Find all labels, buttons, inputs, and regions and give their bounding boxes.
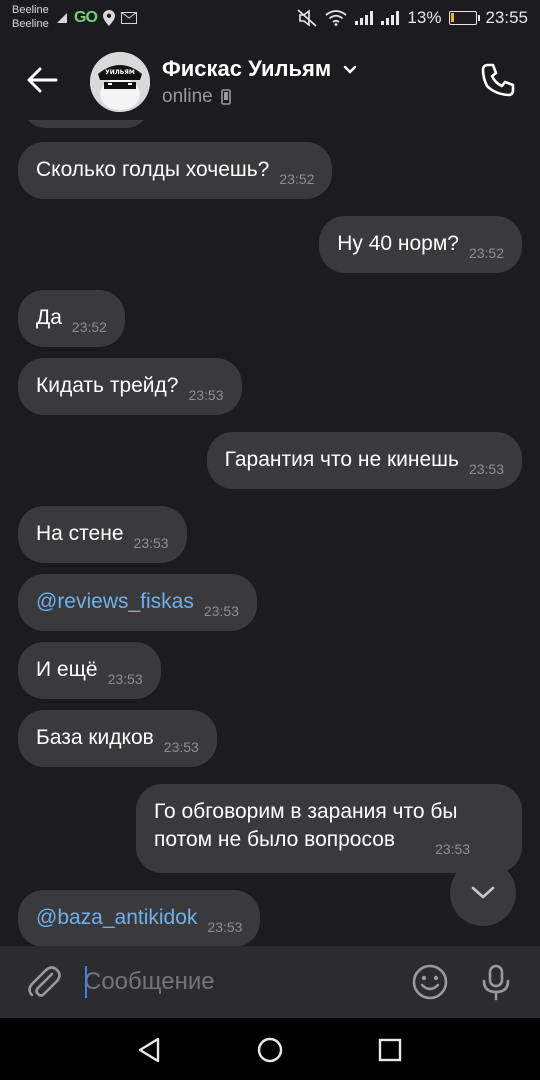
back-button[interactable]	[22, 60, 62, 100]
avatar-hat-text: УИЛЬЯМ	[105, 69, 135, 76]
carrier-labels: Beeline Beeline	[12, 3, 49, 31]
message-time: 23:53	[468, 461, 504, 477]
emoji-button[interactable]	[410, 962, 450, 1002]
message-bubble[interactable]: И ещё 23:53	[18, 642, 161, 699]
message-text: На стене	[36, 522, 124, 545]
battery-icon	[449, 11, 481, 25]
chat-header: УИЛЬЯМ Фискас Уильям online	[0, 40, 540, 120]
message-time: 23:52	[468, 245, 504, 261]
chevron-down-icon	[344, 65, 357, 74]
contact-name-text: Фискас Уильям	[162, 56, 332, 81]
status-left-icons: GO	[56, 9, 137, 27]
message-text: Кидать трейд?	[36, 374, 179, 397]
username-link[interactable]: @reviews_fiskas	[36, 590, 194, 613]
contact-status: online	[162, 86, 231, 108]
nav-recents-button[interactable]	[374, 1034, 406, 1066]
call-button[interactable]	[478, 60, 518, 100]
signal-2-icon	[381, 11, 400, 25]
message-text-line-1: Го обговорим в зарания что бы	[154, 800, 458, 823]
message-time: 23:52	[71, 319, 107, 335]
attach-button[interactable]	[24, 962, 64, 1002]
smiley-icon	[412, 964, 448, 1000]
status-right: 13% 23:55	[297, 8, 528, 28]
message-bubble-outgoing[interactable]: Ну 40 норм? 23:52	[319, 216, 522, 273]
composer-bar	[0, 946, 540, 1018]
message-time: 23:53	[163, 739, 199, 755]
message-bubble[interactable]: На стене 23:53	[18, 506, 187, 563]
message-time: 23:53	[207, 919, 243, 935]
message-bubble[interactable]: @reviews_fiskas 23:53	[18, 574, 257, 631]
system-nav-bar	[0, 1018, 540, 1080]
square-recents-icon	[378, 1038, 402, 1062]
message-bubble[interactable]: Да 23:52	[18, 290, 125, 347]
scroll-to-bottom-button[interactable]	[450, 860, 516, 926]
message-text: Гарантия что не кинешь	[224, 448, 459, 471]
triangle-back-icon	[138, 1037, 160, 1063]
mail-icon	[120, 12, 137, 24]
status-text: online	[162, 86, 213, 107]
arrow-left-icon	[27, 67, 58, 93]
message-text: Ну 40 норм?	[337, 232, 459, 255]
chevron-down-icon	[471, 886, 495, 899]
message-bubble[interactable]: Сколько голды хочешь? 23:52	[18, 142, 333, 199]
carrier-2: Beeline	[12, 18, 49, 30]
message-text-line-2-text: потом не было вопросов	[154, 828, 396, 851]
avatar-cat-image: УИЛЬЯМ	[90, 52, 150, 112]
voice-record-button[interactable]	[476, 962, 516, 1002]
battery-percent: 13%	[407, 8, 442, 27]
message-bubble[interactable]: Кидать трейд? 23:53	[18, 358, 242, 415]
status-time: 23:55	[485, 8, 528, 27]
location-icon	[102, 10, 115, 26]
message-bubble[interactable]: @baza_antikidok 23:53	[18, 890, 261, 946]
message-list[interactable]: Сколько голды хочешь? 23:52 Ну 40 норм? 23…	[0, 120, 540, 946]
message-time: 23:53	[133, 535, 169, 551]
message-bubble-outgoing[interactable]: Гарантия что не кинешь 23:53	[206, 432, 522, 489]
nav-back-button[interactable]	[134, 1034, 166, 1066]
wifi-icon	[325, 10, 347, 26]
message-bubble-partial	[22, 120, 150, 128]
message-time: 23:53	[435, 841, 471, 857]
signal-wifi-small-icon	[57, 13, 67, 23]
message-time: 23:52	[279, 171, 315, 187]
phone-icon	[481, 63, 515, 97]
message-text: И ещё	[36, 658, 98, 681]
mute-icon	[297, 9, 317, 27]
mobile-device-icon	[220, 89, 231, 105]
message-bubble-outgoing[interactable]: Го обговорим в зарания что бы потом не б…	[136, 784, 522, 873]
carrier-1: Beeline	[12, 4, 49, 16]
microphone-icon	[482, 964, 510, 1001]
message-text-line-2: потом не было вопросов 23:53	[154, 826, 504, 857]
message-time: 23:53	[188, 387, 224, 403]
message-text: База кидков	[36, 726, 154, 749]
contact-name[interactable]: Фискас Уильям	[162, 56, 357, 82]
message-input[interactable]	[84, 960, 384, 1004]
message-text: Сколько голды хочешь?	[36, 158, 270, 181]
battery-fill	[451, 13, 455, 22]
signal-1-icon	[355, 11, 374, 25]
avatar[interactable]: УИЛЬЯМ	[90, 52, 150, 112]
message-time: 23:53	[107, 671, 143, 687]
message-time: 23:53	[203, 603, 239, 619]
message-bubble[interactable]: База кидков 23:53	[18, 710, 217, 767]
paperclip-icon	[28, 966, 61, 997]
text-cursor	[85, 966, 87, 998]
message-text: Да	[36, 306, 62, 329]
go-badge: GO	[74, 9, 98, 26]
nav-home-button[interactable]	[254, 1034, 286, 1066]
username-link[interactable]: @baza_antikidok	[36, 906, 197, 929]
circle-home-icon	[257, 1037, 283, 1063]
status-bar: Beeline Beeline GO 13% 23:55	[0, 0, 540, 40]
